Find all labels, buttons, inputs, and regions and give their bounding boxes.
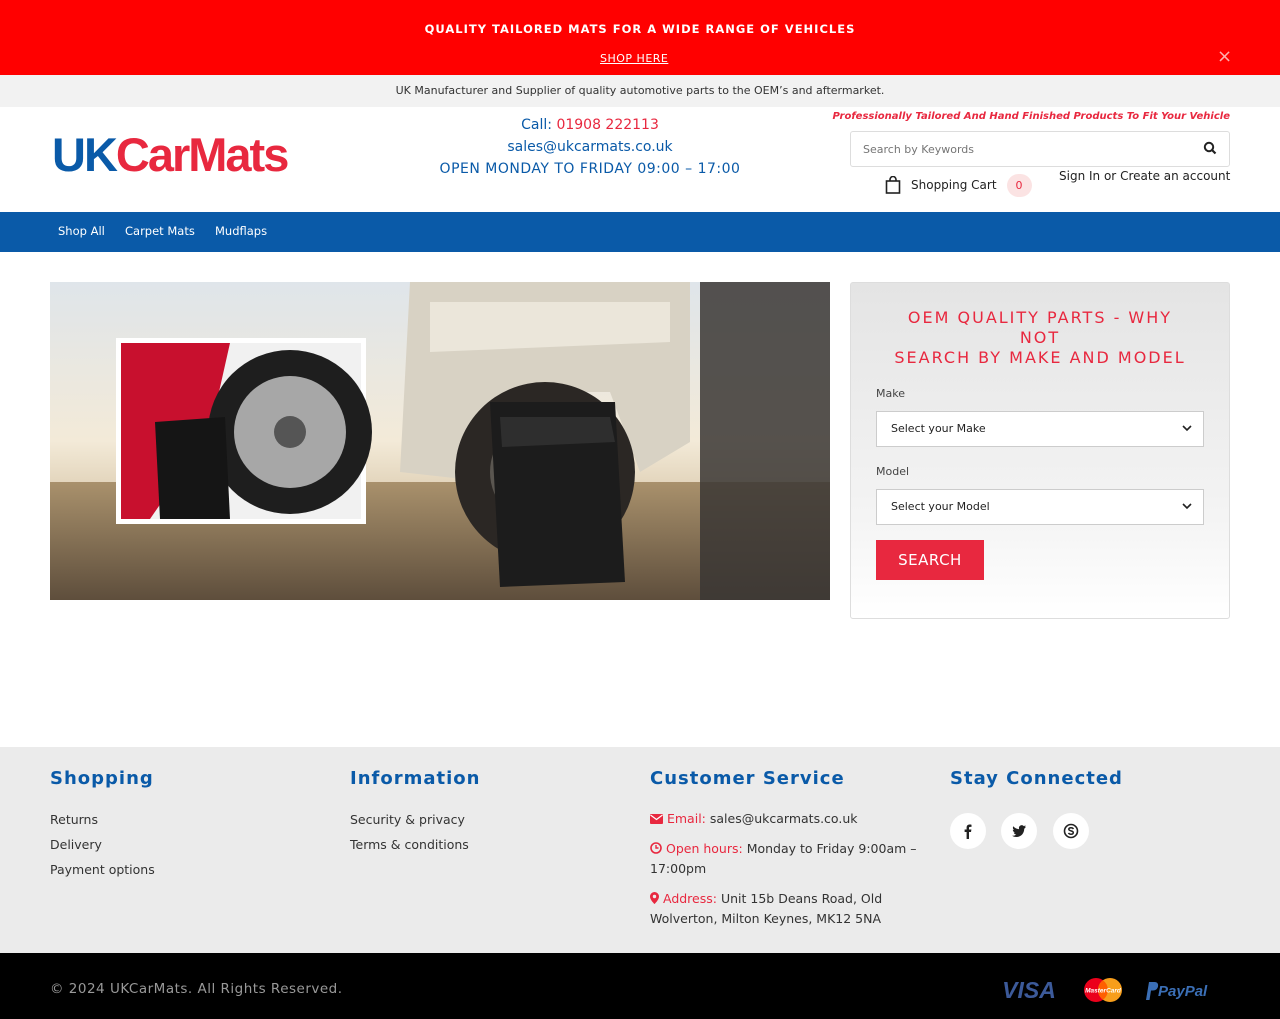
- make-label: Make: [876, 387, 905, 400]
- cart-label: Shopping Cart: [911, 178, 997, 192]
- make-select[interactable]: Select your Make: [876, 411, 1204, 447]
- clock-icon: [650, 842, 662, 854]
- shopping-bag-icon: [885, 176, 901, 194]
- promo-title: QUALITY TAILORED MATS FOR A WIDE RANGE O…: [424, 22, 856, 36]
- main-nav: Shop All Carpet Mats Mudflaps: [0, 212, 1280, 252]
- cs-hours: Open hours: Monday to Friday 9:00am – 17…: [650, 839, 930, 879]
- info-strip: UK Manufacturer and Supplier of quality …: [0, 75, 1280, 107]
- contact-email[interactable]: sales@ukcarmats.co.uk: [380, 139, 800, 155]
- footer-customer-service: Customer Service Email: sales@ukcarmats.…: [650, 768, 935, 948]
- phone-number[interactable]: 01908 222113: [556, 117, 658, 133]
- finder-title-line1: OEM QUALITY PARTS - WHY: [907, 308, 1173, 327]
- cs-email-label: Email:: [666, 811, 706, 826]
- cs-email-value[interactable]: sales@ukcarmats.co.uk: [710, 811, 858, 826]
- footer-shopping: Shopping Returns Delivery Payment option…: [50, 768, 330, 938]
- shop-here-link[interactable]: SHOP HERE: [600, 52, 668, 65]
- mastercard-logo: MasterCard: [1084, 978, 1122, 1002]
- opening-hours: OPEN MONDAY TO FRIDAY 09:00 – 17:00: [439, 161, 741, 177]
- site-footer: Shopping Returns Delivery Payment option…: [0, 747, 1280, 953]
- close-icon[interactable]: ×: [1217, 46, 1232, 67]
- model-select[interactable]: Select your Model: [876, 489, 1204, 525]
- nav-item-carpet-mats[interactable]: Carpet Mats: [125, 224, 195, 238]
- copyright: © 2024 UKCarMats. All Rights Reserved.: [50, 981, 343, 997]
- vehicle-finder-panel: OEM QUALITY PARTS - WHY NOT SEARCH BY MA…: [850, 282, 1230, 619]
- footer-information: Information Security & privacy Terms & c…: [350, 768, 630, 938]
- twitter-icon[interactable]: [1001, 813, 1037, 849]
- paypal-text: PayPal: [1158, 983, 1208, 1000]
- create-account-link[interactable]: Create an account: [1120, 169, 1230, 183]
- envelope-icon: [650, 814, 663, 824]
- account-links: Sign In or Create an account: [1059, 169, 1230, 183]
- hero-banner-image[interactable]: [50, 282, 830, 600]
- footer-link-returns[interactable]: Returns: [50, 812, 98, 827]
- call-label: Call:: [521, 117, 552, 133]
- footer-heading-information: Information: [350, 768, 481, 789]
- footer-stay-connected: Stay Connected: [950, 768, 1230, 938]
- search-icon[interactable]: [1203, 140, 1221, 158]
- logo-part-uk: UK: [52, 128, 118, 181]
- finder-title-line3: SEARCH BY MAKE AND MODEL: [894, 348, 1186, 367]
- finder-search-button[interactable]: SEARCH: [876, 540, 984, 580]
- finder-title-line2: NOT: [1019, 328, 1061, 347]
- search-box: [850, 131, 1230, 167]
- cart-count-badge: 0: [1006, 173, 1032, 197]
- shopping-cart[interactable]: Shopping Cart 0: [885, 173, 1032, 197]
- visa-text: VISA: [1002, 977, 1056, 1003]
- model-select-value: Select your Model: [891, 500, 990, 513]
- site-logo[interactable]: UKCarMats: [52, 128, 289, 181]
- footer-link-security-privacy[interactable]: Security & privacy: [350, 812, 465, 827]
- paypal-logo: PayPal: [1146, 982, 1208, 1000]
- nav-item-shop-all[interactable]: Shop All: [58, 224, 105, 238]
- footer-heading-stay-connected: Stay Connected: [950, 768, 1123, 789]
- bottom-bar: © 2024 UKCarMats. All Rights Reserved. V…: [0, 953, 1280, 1019]
- model-label: Model: [876, 465, 910, 478]
- footer-link-payment-options[interactable]: Payment options: [50, 862, 155, 877]
- nav-item-mudflaps[interactable]: Mudflaps: [215, 224, 267, 238]
- search-input[interactable]: [851, 132, 1191, 166]
- contact-phone: Call: 01908 222113: [380, 117, 800, 133]
- promo-banner: QUALITY TAILORED MATS FOR A WIDE RANGE O…: [0, 0, 1280, 75]
- make-select-value: Select your Make: [891, 422, 986, 435]
- hero-mudflap-illustration: [50, 282, 830, 600]
- mastercard-text: MasterCard: [1085, 988, 1122, 995]
- logo-part-carmats: CarMats: [115, 128, 289, 181]
- skype-icon[interactable]: [1053, 813, 1089, 849]
- facebook-icon[interactable]: [950, 813, 986, 849]
- footer-heading-shopping: Shopping: [50, 768, 154, 789]
- footer-link-delivery[interactable]: Delivery: [50, 837, 102, 852]
- cs-email: Email: sales@ukcarmats.co.uk: [650, 809, 930, 829]
- footer-link-terms[interactable]: Terms & conditions: [350, 837, 469, 852]
- cs-address-label: Address:: [662, 891, 717, 906]
- header-tagline: Professionally Tailored And Hand Finishe…: [832, 111, 1231, 122]
- sign-in-link[interactable]: Sign In: [1059, 169, 1100, 183]
- footer-heading-customer-service: Customer Service: [650, 768, 845, 789]
- chevron-down-icon: [1182, 425, 1192, 432]
- cs-hours-label: Open hours:: [665, 841, 743, 856]
- map-marker-icon: [650, 892, 659, 904]
- visa-logo: VISA: [1002, 977, 1056, 1003]
- cs-address: Address: Unit 15b Deans Road, Old Wolver…: [650, 889, 930, 929]
- chevron-down-icon: [1182, 503, 1192, 510]
- account-or: or: [1103, 169, 1117, 183]
